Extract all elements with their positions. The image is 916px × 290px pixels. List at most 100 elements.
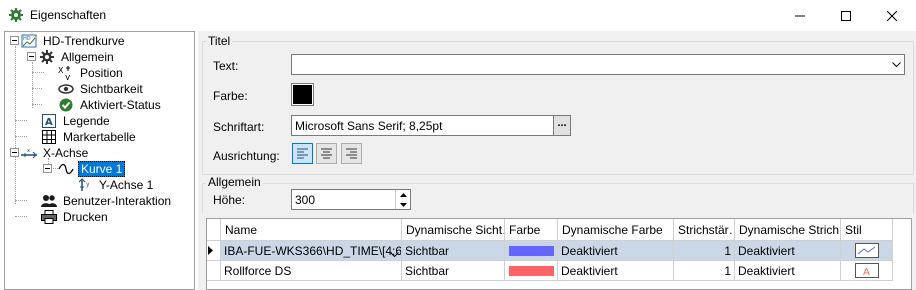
- farbe-label: Farbe:: [213, 89, 248, 103]
- title-bar: Eigenschaften: [0, 0, 916, 31]
- column-header-style[interactable]: Stil: [841, 219, 893, 241]
- collapse-toggle-allgemein[interactable]: [27, 52, 36, 61]
- allgemein-group-title: Allgemein: [206, 175, 263, 189]
- property-tree[interactable]: HD HD-Trendkurve Allgemein Xy Position S…: [4, 31, 195, 290]
- properties-panel: Titel Text: Farbe: Schriftart: Microsoft…: [198, 31, 916, 290]
- cell-name[interactable]: Rollforce DS: [221, 261, 402, 281]
- color-swatch: [509, 266, 554, 276]
- row-indicator: [207, 261, 221, 281]
- tree-item-position[interactable]: Xy Position: [58, 65, 125, 81]
- color-swatch: [509, 246, 554, 256]
- svg-text:X: X: [58, 66, 64, 75]
- minimize-icon: [795, 15, 805, 16]
- cell-stroke[interactable]: 1: [674, 241, 735, 261]
- column-header-dyn-color[interactable]: Dynamische Farbe: [558, 219, 674, 241]
- close-button[interactable]: [869, 0, 915, 31]
- svg-text:A: A: [45, 117, 53, 128]
- tree-item-y-achse-1[interactable]: y Y-Achse 1: [77, 177, 155, 193]
- column-header-stroke[interactable]: Strichstär…: [674, 219, 735, 241]
- svg-text:A: A: [863, 267, 870, 278]
- svg-text:x: x: [27, 148, 30, 154]
- collapse-toggle-root[interactable]: [10, 36, 19, 45]
- tree-item-allgemein[interactable]: Allgemein: [39, 49, 116, 65]
- row-indicator: [207, 241, 221, 261]
- y-axis-icon: y: [77, 177, 93, 193]
- x-axis-icon: x: [21, 145, 37, 161]
- printer-icon: [41, 209, 57, 225]
- tree-item-hd-trendkurve[interactable]: HD HD-Trendkurve: [21, 33, 127, 49]
- hoehe-label: Höhe:: [213, 193, 246, 207]
- xy-position-icon: Xy: [58, 65, 74, 81]
- column-header-name[interactable]: Name: [221, 219, 402, 241]
- current-row-icon: [208, 246, 213, 255]
- tree-item-aktiviert-status[interactable]: Aktiviert-Status: [58, 97, 163, 113]
- color-picker[interactable]: [291, 83, 314, 106]
- hoehe-spinbox[interactable]: 300: [291, 189, 411, 210]
- window-title: Eigenschaften: [30, 8, 107, 22]
- cell-dyn-color[interactable]: Deaktiviert: [558, 261, 674, 281]
- spin-down-icon[interactable]: [395, 200, 410, 209]
- tree-item-benutzer-interaktion[interactable]: Benutzer-Interaktion: [41, 193, 173, 209]
- svg-text:HD: HD: [23, 36, 31, 42]
- cell-stroke[interactable]: 1: [674, 261, 735, 281]
- text-label: Text:: [213, 59, 239, 73]
- line-style-icon: [855, 243, 879, 258]
- chevron-down-icon[interactable]: [887, 55, 904, 74]
- align-center-icon: [321, 148, 332, 159]
- svg-text:y: y: [65, 73, 71, 80]
- cell-color[interactable]: [505, 261, 558, 281]
- tree-item-x-achse[interactable]: x X-Achse: [21, 145, 90, 161]
- text-combobox[interactable]: [291, 54, 905, 75]
- column-header-dyn-visibility[interactable]: Dynamische Sicht…: [402, 219, 505, 241]
- tree-item-sichtbarkeit[interactable]: Sichtbarkeit: [58, 81, 145, 97]
- tree-item-drucken[interactable]: Drucken: [41, 209, 110, 225]
- collapse-toggle-xachse[interactable]: [10, 148, 19, 157]
- column-header-color[interactable]: Farbe: [505, 219, 558, 241]
- minimize-button[interactable]: [777, 0, 823, 31]
- font-field[interactable]: Microsoft Sans Serif; 8,25pt: [291, 115, 553, 136]
- curves-grid[interactable]: Name Dynamische Sicht… Farbe Dynamische …: [206, 218, 912, 290]
- chevron-down-icon[interactable]: [390, 247, 399, 260]
- cell-visibility[interactable]: Sichtbar: [402, 241, 505, 261]
- cell-color[interactable]: [505, 241, 558, 261]
- curve-icon: [58, 161, 74, 177]
- titel-group-title: Titel: [206, 34, 233, 48]
- maximize-button[interactable]: [823, 0, 869, 31]
- color-swatch: [293, 85, 312, 104]
- schriftart-label: Schriftart:: [213, 120, 265, 134]
- tree-item-markertabelle[interactable]: Markertabelle: [41, 129, 138, 145]
- column-header-dyn-stroke[interactable]: Dynamische Strich…: [735, 219, 841, 241]
- area-style-icon: A: [855, 263, 879, 278]
- align-center-button[interactable]: [316, 143, 337, 164]
- cell-name[interactable]: IBA-FUE-WKS366\HD_TIME\[4:64: [221, 241, 402, 261]
- check-circle-icon: [58, 97, 74, 113]
- spin-up-icon[interactable]: [395, 190, 410, 200]
- cell-style[interactable]: [841, 241, 893, 261]
- cell-dyn-color[interactable]: Deaktiviert: [558, 241, 674, 261]
- table-icon: [41, 129, 57, 145]
- font-browse-button[interactable]: ...: [553, 115, 571, 136]
- font-value: Microsoft Sans Serif; 8,25pt: [295, 119, 443, 133]
- collapse-toggle-kurve[interactable]: [43, 164, 52, 173]
- maximize-icon: [841, 10, 851, 21]
- svg-text:y: y: [86, 181, 90, 188]
- cell-dyn-stroke[interactable]: Deaktiviert: [735, 261, 841, 281]
- eye-icon: [58, 81, 74, 97]
- tree-item-kurve-1[interactable]: Kurve 1: [58, 161, 126, 177]
- align-left-icon: [297, 148, 308, 159]
- hoehe-value: 300: [295, 193, 316, 207]
- tree-item-legende[interactable]: A Legende: [41, 113, 112, 129]
- row-header-corner: [207, 219, 221, 241]
- close-icon: [887, 10, 897, 21]
- users-icon: [41, 193, 57, 209]
- ausrichtung-label: Ausrichtung:: [213, 149, 280, 163]
- gear-icon: [9, 8, 23, 22]
- align-right-icon: [346, 148, 357, 159]
- align-left-button[interactable]: [292, 143, 313, 164]
- gear-icon: [39, 49, 55, 65]
- cell-visibility[interactable]: Sichtbar: [402, 261, 505, 281]
- cell-style[interactable]: A: [841, 261, 893, 281]
- align-right-button[interactable]: [341, 143, 362, 164]
- grid-empty-area: [207, 281, 911, 289]
- cell-dyn-stroke[interactable]: Deaktiviert: [735, 241, 841, 261]
